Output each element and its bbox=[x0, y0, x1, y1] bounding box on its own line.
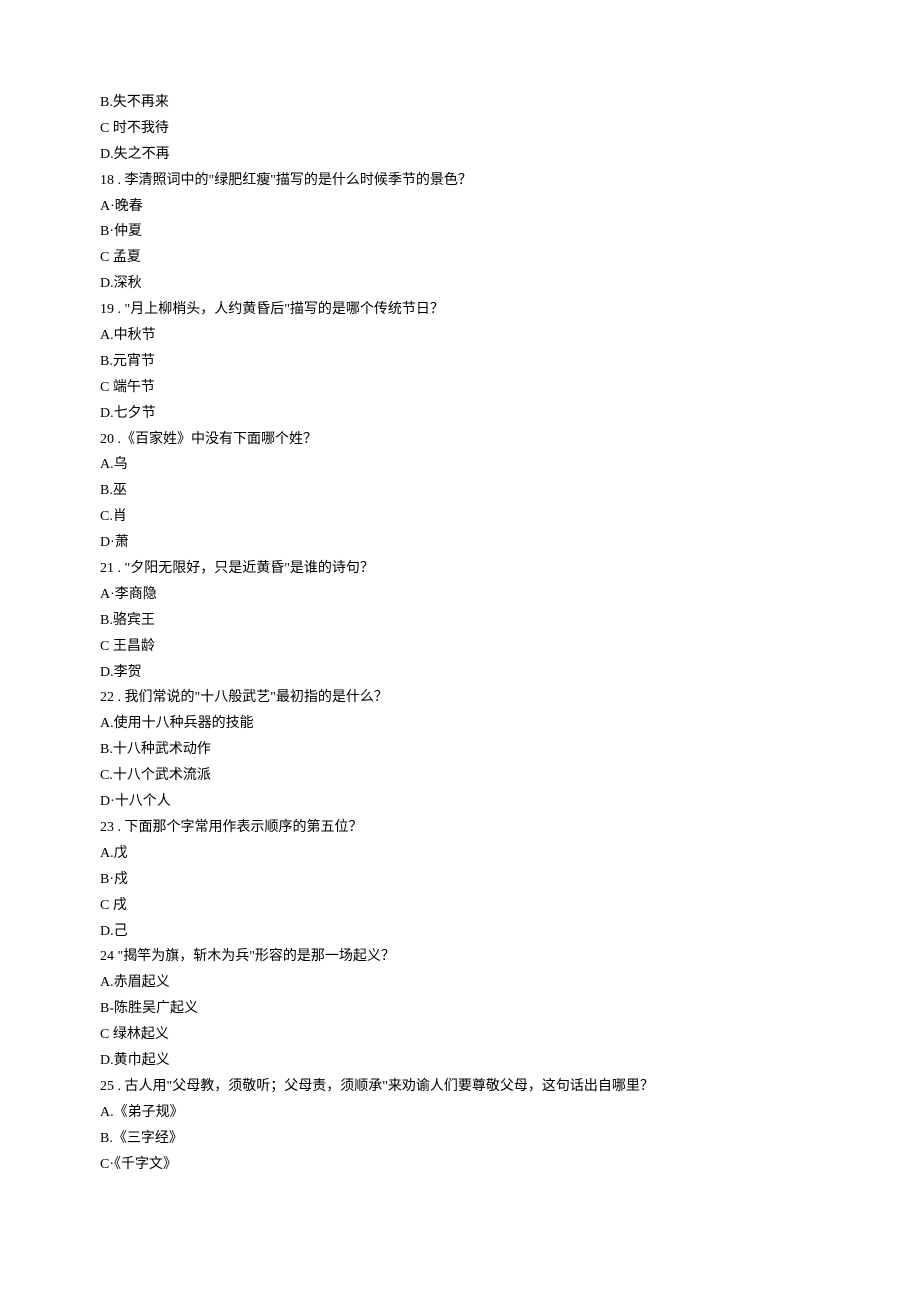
option-text: B.巫 bbox=[100, 478, 820, 504]
option-text: C·《千字文》 bbox=[100, 1152, 820, 1178]
option-text: D.李贺 bbox=[100, 660, 820, 686]
option-text: A.使用十八种兵器的技能 bbox=[100, 711, 820, 737]
option-text: C.十八个武术流派 bbox=[100, 763, 820, 789]
option-text: A·晚春 bbox=[100, 194, 820, 220]
option-text: A.中秋节 bbox=[100, 323, 820, 349]
question-text: 25 . 古人用"父母教，须敬听；父母责，须顺承"来劝谕人们要尊敬父母，这句话出… bbox=[100, 1074, 820, 1100]
option-text: A.《弟子规》 bbox=[100, 1100, 820, 1126]
option-text: B.骆宾王 bbox=[100, 608, 820, 634]
option-text: D.黄巾起义 bbox=[100, 1048, 820, 1074]
option-text: C 戌 bbox=[100, 893, 820, 919]
option-text: A.戊 bbox=[100, 841, 820, 867]
option-text: B.元宵节 bbox=[100, 349, 820, 375]
question-text: 20 .《百家姓》中没有下面哪个姓？ bbox=[100, 427, 820, 453]
option-text: B.十八种武术动作 bbox=[100, 737, 820, 763]
question-text: 19 . "月上柳梢头，人约黄昏后"描写的是哪个传统节日？ bbox=[100, 297, 820, 323]
option-text: A·李商隐 bbox=[100, 582, 820, 608]
question-text: 24 "揭竿为旗，斩木为兵"形容的是那一场起义？ bbox=[100, 944, 820, 970]
option-text: A.赤眉起义 bbox=[100, 970, 820, 996]
option-text: C 时不我待 bbox=[100, 116, 820, 142]
option-text: B.失不再来 bbox=[100, 90, 820, 116]
question-text: 18 . 李清照词中的"绿肥红瘦"描写的是什么时候季节的景色？ bbox=[100, 168, 820, 194]
option-text: C 王昌龄 bbox=[100, 634, 820, 660]
option-text: D·十八个人 bbox=[100, 789, 820, 815]
question-text: 23 . 下面那个字常用作表示顺序的第五位？ bbox=[100, 815, 820, 841]
option-text: C 孟夏 bbox=[100, 245, 820, 271]
option-text: C 端午节 bbox=[100, 375, 820, 401]
option-text: D.失之不再 bbox=[100, 142, 820, 168]
option-text: B·仲夏 bbox=[100, 219, 820, 245]
option-text: A.乌 bbox=[100, 452, 820, 478]
option-text: C 绿林起义 bbox=[100, 1022, 820, 1048]
question-text: 21 . "夕阳无限好，只是近黄昏"是谁的诗句？ bbox=[100, 556, 820, 582]
option-text: D.己 bbox=[100, 919, 820, 945]
option-text: B-陈胜吴广起义 bbox=[100, 996, 820, 1022]
option-text: D·萧 bbox=[100, 530, 820, 556]
option-text: B·戍 bbox=[100, 867, 820, 893]
option-text: D.七夕节 bbox=[100, 401, 820, 427]
option-text: C.肖 bbox=[100, 504, 820, 530]
option-text: B.《三字经》 bbox=[100, 1126, 820, 1152]
question-text: 22 . 我们常说的"十八般武艺"最初指的是什么？ bbox=[100, 685, 820, 711]
document-page: B.失不再来 C 时不我待 D.失之不再 18 . 李清照词中的"绿肥红瘦"描写… bbox=[0, 0, 920, 1301]
option-text: D.深秋 bbox=[100, 271, 820, 297]
